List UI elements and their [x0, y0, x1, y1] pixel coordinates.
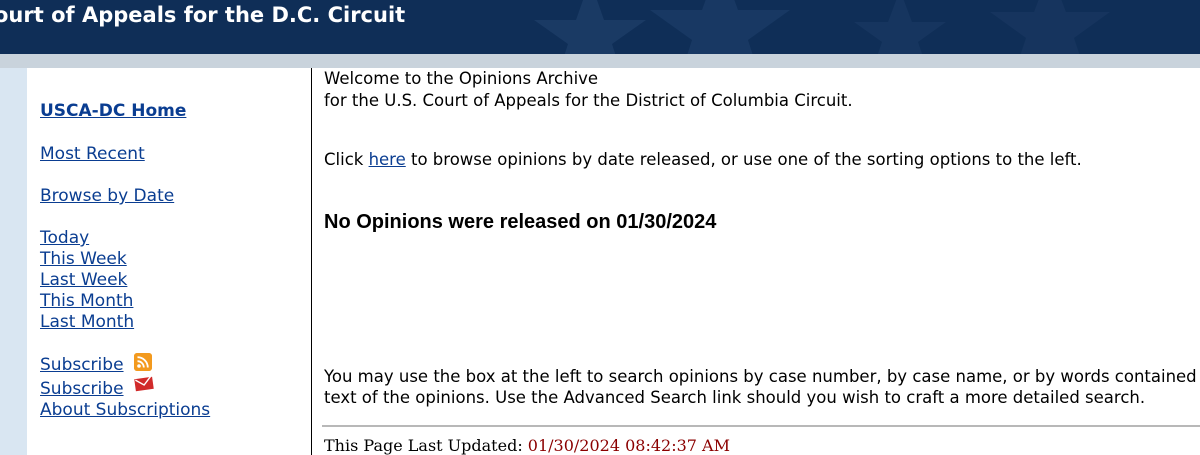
last-updated-label: This Page Last Updated: [324, 436, 528, 455]
browse-text-prefix: Click [324, 150, 369, 169]
nav-link-browse-by-date[interactable]: Browse by Date [40, 186, 174, 206]
last-updated-timestamp: 01/30/2024 08:42:37 AM [527, 436, 730, 455]
site-banner: ourt of Appeals for the D.C. Circuit [0, 0, 1200, 54]
welcome-line-2: for the U.S. Court of Appeals for the Di… [324, 91, 853, 110]
nav-link-this-month[interactable]: This Month [40, 291, 133, 311]
nav-link-about-subscriptions[interactable]: About Subscriptions [40, 400, 210, 420]
nav-link-today[interactable]: Today [40, 228, 89, 248]
browse-text-suffix: to browse opinions by date released, or … [405, 150, 1082, 169]
email-icon[interactable] [134, 376, 154, 392]
nav-link-last-month[interactable]: Last Month [40, 312, 134, 332]
browse-here-link[interactable]: here [369, 150, 406, 169]
footer-divider [322, 425, 1200, 427]
nav-link-most-recent[interactable]: Most Recent [40, 144, 145, 164]
last-updated: This Page Last Updated: 01/30/2024 08:42… [324, 436, 730, 455]
nav-link-subscribe-email[interactable]: Subscribe [40, 379, 124, 399]
search-help-line-2: text of the opinions. Use the Advanced S… [324, 388, 1146, 407]
left-edge-strip [0, 68, 27, 455]
nav-link-subscribe-rss[interactable]: Subscribe [40, 355, 124, 375]
nav-link-last-week[interactable]: Last Week [40, 270, 127, 290]
welcome-line-1: Welcome to the Opinions Archive [324, 69, 599, 88]
browse-instructions: Click here to browse opinions by date re… [324, 150, 1082, 169]
search-help-line-1: You may use the box at the left to searc… [324, 367, 1200, 386]
nav-link-this-week[interactable]: This Week [40, 249, 127, 269]
rss-icon[interactable] [134, 353, 152, 371]
column-divider [311, 68, 312, 455]
nav-link-home[interactable]: USCA-DC Home [40, 101, 186, 121]
page-title: ourt of Appeals for the D.C. Circuit [0, 3, 406, 27]
header-stripe [0, 54, 1200, 68]
no-opinions-heading: No Opinions were released on 01/30/2024 [324, 211, 717, 233]
